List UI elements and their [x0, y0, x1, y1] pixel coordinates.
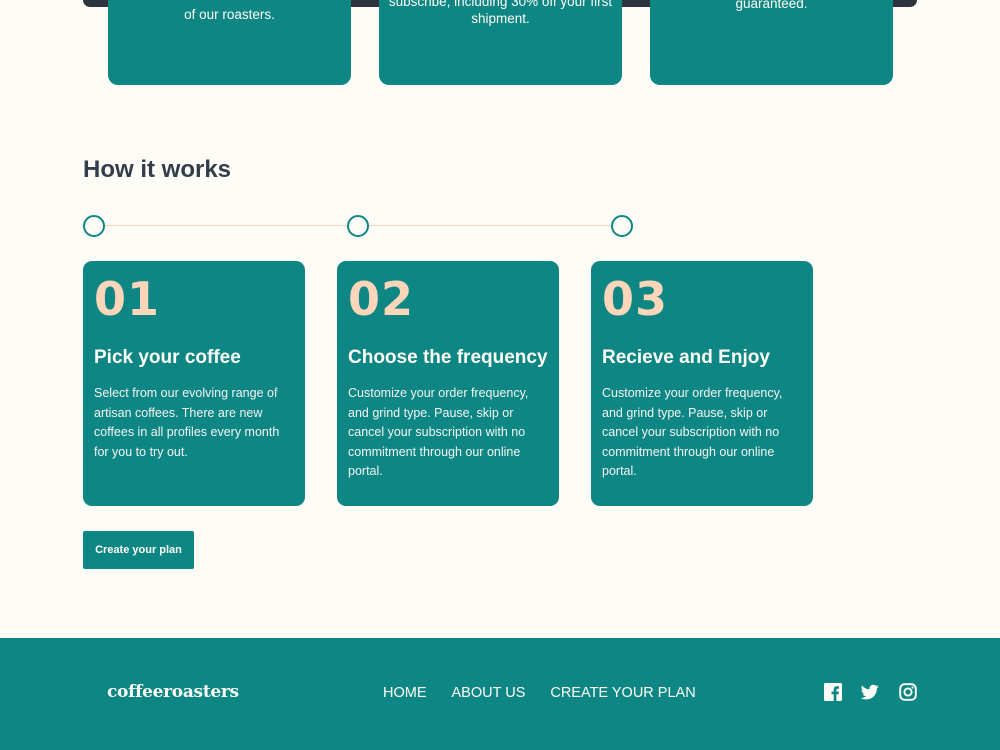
feature-card-text: shipment.	[471, 11, 530, 26]
create-plan-button[interactable]: Create your plan	[83, 531, 194, 569]
step-description: Customize your order frequency, and grin…	[348, 386, 529, 478]
step-card-2: 02 Choose the frequency Customize your o…	[337, 261, 559, 506]
feature-card-3: guaranteed.	[650, 0, 893, 85]
step-title: Choose the frequency	[348, 347, 548, 368]
twitter-icon[interactable]	[861, 683, 879, 701]
step-title: Recieve and Enjoy	[602, 347, 770, 368]
step-number: 03	[602, 272, 669, 326]
feature-card-text: of our roasters.	[184, 7, 275, 22]
step-description: Customize your order frequency, and grin…	[602, 386, 783, 478]
step-description: Select from our evolving range of artisa…	[94, 386, 280, 459]
feature-card-2: subscribe, including 30% off your first …	[379, 0, 622, 85]
facebook-icon[interactable]	[824, 683, 842, 701]
footer-nav-home[interactable]: HOME	[383, 684, 427, 702]
footer-nav: HOME ABOUT US CREATE YOUR PLAN	[383, 684, 696, 702]
footer-nav-about[interactable]: ABOUT US	[452, 684, 526, 702]
step-number: 01	[94, 272, 161, 326]
footer-logo[interactable]: coffeeroasters	[107, 682, 239, 702]
step-number: 02	[348, 272, 415, 326]
step-title: Pick your coffee	[94, 347, 241, 368]
footer-nav-create-plan[interactable]: CREATE YOUR PLAN	[550, 684, 695, 702]
timeline-dot	[347, 215, 369, 237]
instagram-icon[interactable]	[899, 683, 917, 701]
step-card-3: 03 Recieve and Enjoy Customize your orde…	[591, 261, 813, 506]
feature-card-text: guaranteed.	[735, 0, 808, 11]
footer: coffeeroasters HOME ABOUT US CREATE YOUR…	[0, 638, 1000, 750]
timeline-connector	[104, 225, 348, 226]
feature-card-1: of our roasters.	[108, 0, 351, 85]
timeline-dot	[83, 215, 105, 237]
section-title: How it works	[83, 156, 232, 183]
step-card-1: 01 Pick your coffee Select from our evol…	[83, 261, 305, 506]
timeline-connector	[368, 225, 612, 226]
timeline-dot	[611, 215, 633, 237]
